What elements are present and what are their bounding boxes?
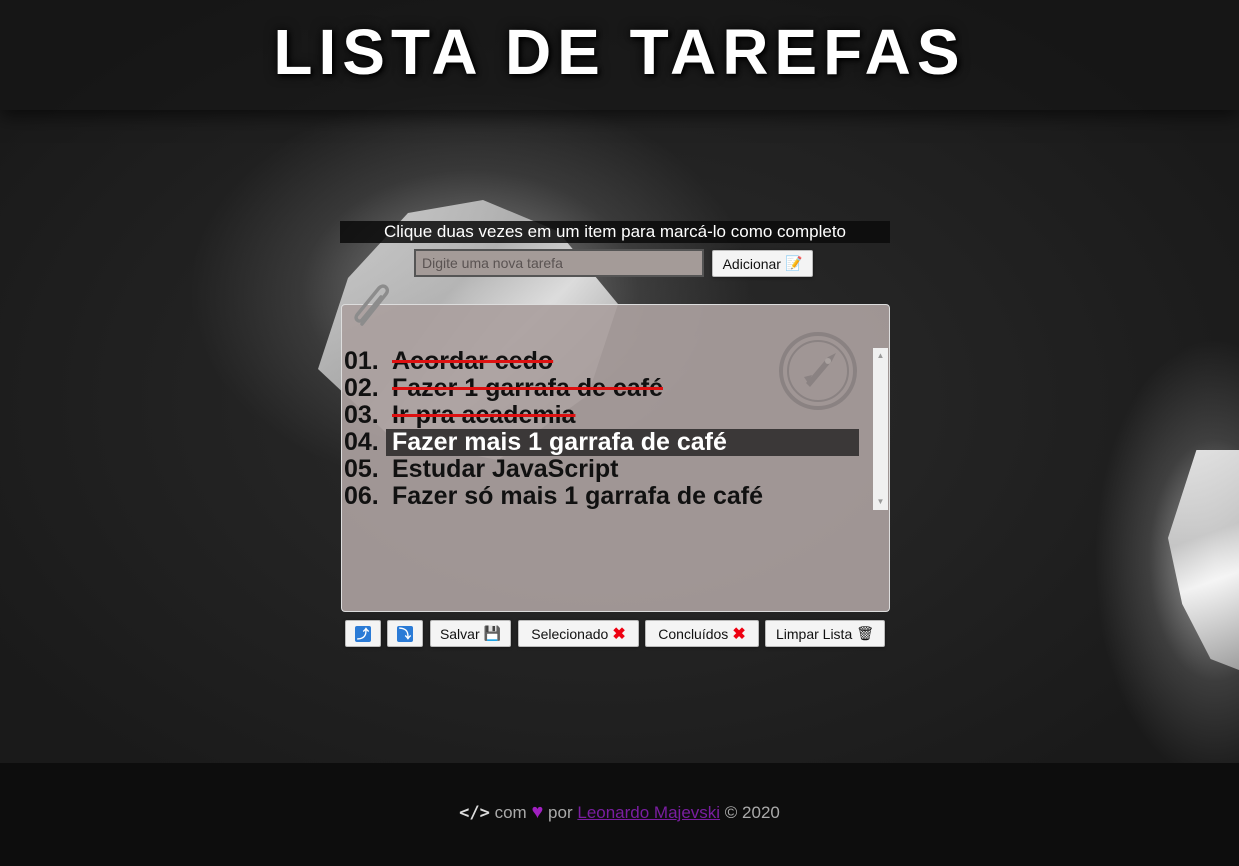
task-text: Fazer 1 garrafa de café — [392, 374, 663, 402]
add-button-label: Adicionar — [722, 255, 781, 272]
task-text: Acordar cedo — [392, 348, 554, 375]
cross-mark-icon: ✖ — [732, 625, 746, 643]
page-header: LISTA DE TAREFAS — [0, 0, 1239, 110]
add-button[interactable]: Adicionar 📝 — [712, 250, 813, 277]
task-item[interactable]: 05. Estudar JavaScript — [344, 456, 859, 483]
clear-list-button[interactable]: Limpar Lista 🗑 — [765, 620, 885, 647]
save-button-label: Salvar — [439, 625, 480, 642]
remove-completed-button[interactable]: Concluídos ✖ — [645, 620, 759, 647]
remove-selected-button[interactable]: Selecionado ✖ — [518, 620, 639, 647]
task-number: 05. — [344, 455, 379, 483]
floppy-disk-icon: 💾 — [483, 625, 502, 641]
clear-list-label: Limpar Lista — [775, 625, 853, 642]
task-item[interactable]: 03. Ir pra academia — [344, 402, 859, 429]
remove-completed-label: Concluídos — [658, 625, 729, 642]
task-list[interactable]: 01. Acordar cedo 02. Fazer 1 garrafa de … — [344, 348, 888, 510]
scroll-down-arrow-icon[interactable]: ▼ — [873, 496, 888, 508]
remove-selected-label: Selecionado — [531, 625, 609, 642]
task-list-scrollbar[interactable]: ▲ ▼ — [873, 348, 888, 510]
code-icon: </> — [459, 803, 490, 823]
move-down-button[interactable]: ⤵ — [387, 620, 423, 647]
task-number: 01. — [344, 348, 379, 375]
footer-credit: </> com ♥ por Leonardo Majevski © 2020 — [0, 801, 1239, 824]
footer-copyright: © 2020 — [724, 803, 780, 822]
new-task-input[interactable] — [414, 249, 704, 277]
scroll-up-arrow-icon[interactable]: ▲ — [873, 350, 888, 362]
save-button[interactable]: Salvar 💾 — [430, 620, 511, 647]
task-text: Estudar JavaScript — [392, 455, 619, 483]
task-item[interactable]: 06. Fazer só mais 1 garrafa de café — [344, 483, 859, 510]
arrow-up-icon: ⤴ — [355, 625, 371, 642]
heart-icon: ♥ — [531, 801, 544, 823]
task-item-selected[interactable]: 04. Fazer mais 1 garrafa de café — [344, 429, 859, 456]
task-item[interactable]: 02. Fazer 1 garrafa de café — [344, 375, 859, 402]
task-number: 04. — [344, 428, 379, 456]
instruction-text: Clique duas vezes em um item para marcá-… — [340, 221, 890, 243]
footer-with-text: com — [494, 803, 527, 822]
task-item[interactable]: 01. Acordar cedo — [344, 348, 859, 375]
paperclip-icon — [354, 284, 390, 326]
footer-by-text: por — [548, 803, 573, 822]
arrow-down-icon: ⤵ — [397, 625, 413, 642]
task-text: Ir pra academia — [392, 401, 576, 429]
task-number: 02. — [344, 374, 379, 402]
page-title: LISTA DE TAREFAS — [273, 16, 966, 88]
trash-icon: 🗑 — [856, 625, 875, 641]
task-text: Fazer só mais 1 garrafa de café — [392, 482, 764, 510]
page-footer: </> com ♥ por Leonardo Majevski © 2020 — [0, 763, 1239, 866]
move-up-button[interactable]: ⤴ — [345, 620, 381, 647]
task-number: 06. — [344, 482, 379, 510]
task-number: 03. — [344, 401, 379, 429]
memo-icon: 📝 — [784, 255, 803, 271]
cross-mark-icon: ✖ — [612, 625, 626, 643]
author-link[interactable]: Leonardo Majevski — [577, 803, 720, 822]
task-text: Fazer mais 1 garrafa de café — [386, 429, 859, 456]
